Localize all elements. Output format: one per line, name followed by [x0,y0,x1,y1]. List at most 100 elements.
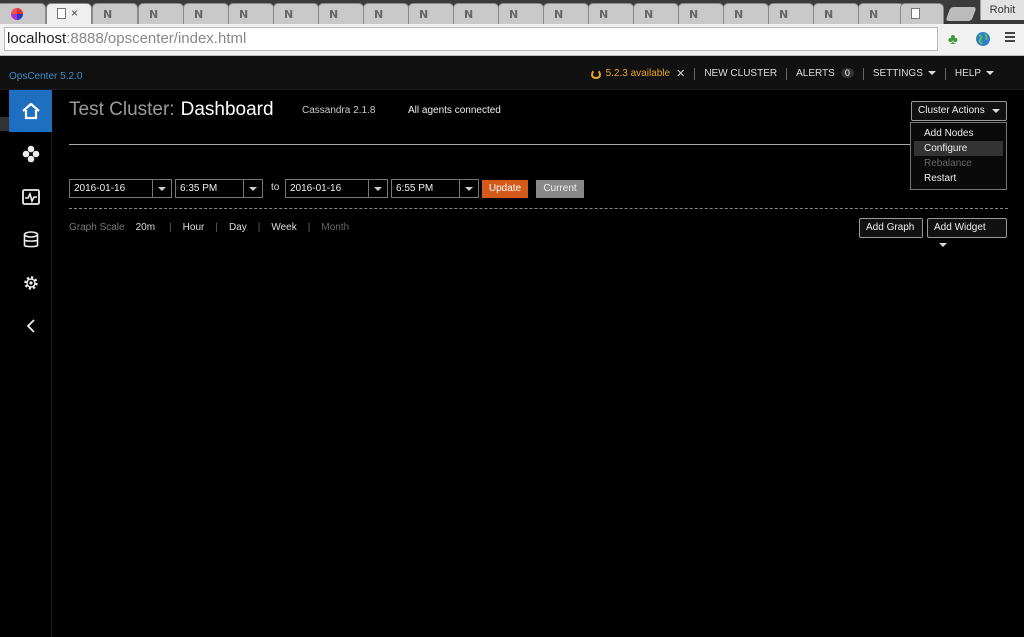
sidebar-gutter-marker [0,117,9,131]
nav-divider [944,67,946,80]
tab-favicon: N [734,8,744,21]
browser-tab[interactable]: N [363,3,409,24]
cassandra-version: Cassandra 2.1.8 [302,105,376,116]
tab-favicon: N [779,8,789,21]
gear-icon [23,276,38,290]
database-icon [23,231,38,248]
browser-tab-first[interactable] [0,3,46,24]
sidebar-item-data[interactable] [9,219,52,261]
browser-tab[interactable]: N [92,3,138,24]
page-title: Test Cluster: Dashboard [69,99,274,121]
to-time-value: 6:55 PM [396,183,434,194]
browser-tab[interactable]: N [633,3,679,24]
to-date-select[interactable]: 2016-01-16 [285,179,388,198]
browser-tab[interactable]: N [408,3,454,24]
new-cluster-link[interactable]: NEW CLUSTER [704,68,777,79]
browser-tab[interactable]: N [678,3,724,24]
browser-tab[interactable]: N [453,3,499,24]
scale-separator: | [169,222,172,233]
browser-tab[interactable]: N [273,3,319,24]
scale-option-month: Month [321,222,350,233]
tab-close-icon[interactable]: × [71,6,78,20]
update-available-text: 5.2.3 available [605,68,671,79]
browser-tab[interactable]: N [228,3,274,24]
to-date-value: 2016-01-16 [290,183,342,194]
scale-separator: | [307,222,311,233]
browser-tab[interactable]: N [498,3,544,24]
agents-status: All agents connected [408,105,501,116]
flame-icon [590,68,601,79]
scale-option-20m[interactable]: 20m [136,222,155,233]
opscenter-header: OpsCenter 5.2.0 5.2.3 available ✕ NEW CL… [0,56,1024,90]
browser-tab-strip: × N N N N N N N N N N N N N N N N N N Ro… [0,0,1024,24]
dismiss-update-icon[interactable]: ✕ [676,67,685,80]
new-tab-button[interactable] [945,7,977,21]
browser-tab[interactable]: N [543,3,589,24]
browser-profile-button[interactable]: Rohit [980,0,1024,20]
browser-menu-icon[interactable] [1004,30,1016,48]
from-date-value: 2016-01-16 [74,183,126,194]
scale-option-day[interactable]: Day [229,222,247,233]
scale-option-hour[interactable]: Hour [183,222,205,233]
browser-tab[interactable]: N [588,3,634,24]
brand-label: OpsCenter 5.2.0 [9,71,83,82]
caret-down-icon [986,71,994,76]
tab-favicon: N [329,8,339,21]
browser-tab-active[interactable]: × [46,3,92,24]
document-icon [911,8,920,19]
extension-globe-icon[interactable] [975,31,991,51]
tab-favicon: N [644,8,654,21]
menu-item-add-nodes[interactable]: Add Nodes [914,126,1003,141]
tab-favicon: N [194,8,204,21]
help-menu[interactable]: HELP [955,68,994,79]
tab-favicon: N [599,8,609,21]
sidebar-item-activity[interactable] [9,176,52,218]
address-bar[interactable]: localhost:8888/opscenter/index.html [4,27,938,51]
menu-item-configure[interactable]: Configure [914,141,1003,156]
browser-tab[interactable]: N [183,3,229,24]
graph-scale-label: Graph Scale [69,222,125,233]
sidebar-collapse-button[interactable] [9,305,52,347]
browser-tab[interactable]: N [138,3,184,24]
add-widget-button[interactable]: Add Widget [927,218,1007,248]
tab-favicon: N [103,8,113,21]
sidebar-item-dashboard[interactable] [9,90,52,132]
alerts-link[interactable]: ALERTS 0 [796,68,854,79]
scale-option-week[interactable]: Week [271,222,296,233]
extension-tree-icon[interactable]: ♣ [948,31,958,48]
browser-tab[interactable]: N [813,3,859,24]
nodes-icon [22,145,39,163]
menu-item-rebalance: Rebalance [924,158,972,169]
update-button[interactable]: Update [482,180,528,198]
url-host: localhost [7,30,67,47]
tab-favicon: N [239,8,249,21]
from-time-select[interactable]: 6:35 PM [175,179,263,198]
tab-favicon: N [464,8,474,21]
settings-menu[interactable]: SETTINGS [873,68,936,79]
browser-tab[interactable]: N [318,3,364,24]
add-widget-label: Add Widget [934,222,986,233]
from-time-value: 6:35 PM [180,183,218,194]
browser-tab[interactable]: N [723,3,769,24]
tab-favicon: N [689,8,699,21]
alerts-label: ALERTS [796,68,835,79]
browser-app-icon [11,8,23,20]
browser-tab[interactable]: N [768,3,814,24]
browser-tab[interactable]: N [858,3,904,24]
current-button[interactable]: Current [536,180,584,198]
scale-separator: | [257,222,261,233]
menu-item-restart[interactable]: Restart [914,171,1003,186]
from-date-select[interactable]: 2016-01-16 [69,179,172,198]
help-label: HELP [954,68,981,79]
add-graph-button[interactable]: Add Graph [859,218,923,238]
browser-tab[interactable] [900,3,944,24]
sidebar-item-nodes[interactable] [9,133,52,175]
nav-divider [786,67,788,80]
to-time-select[interactable]: 6:55 PM [391,179,479,198]
range-to-label: to [271,182,280,193]
update-notice[interactable]: 5.2.3 available ✕ [590,67,685,80]
sidebar-item-settings[interactable] [9,262,52,304]
cluster-actions-button[interactable]: Cluster Actions [911,101,1007,121]
top-navigation: 5.2.3 available ✕ NEW CLUSTER ALERTS 0 SE… [590,67,994,80]
dashed-divider [69,208,1008,209]
